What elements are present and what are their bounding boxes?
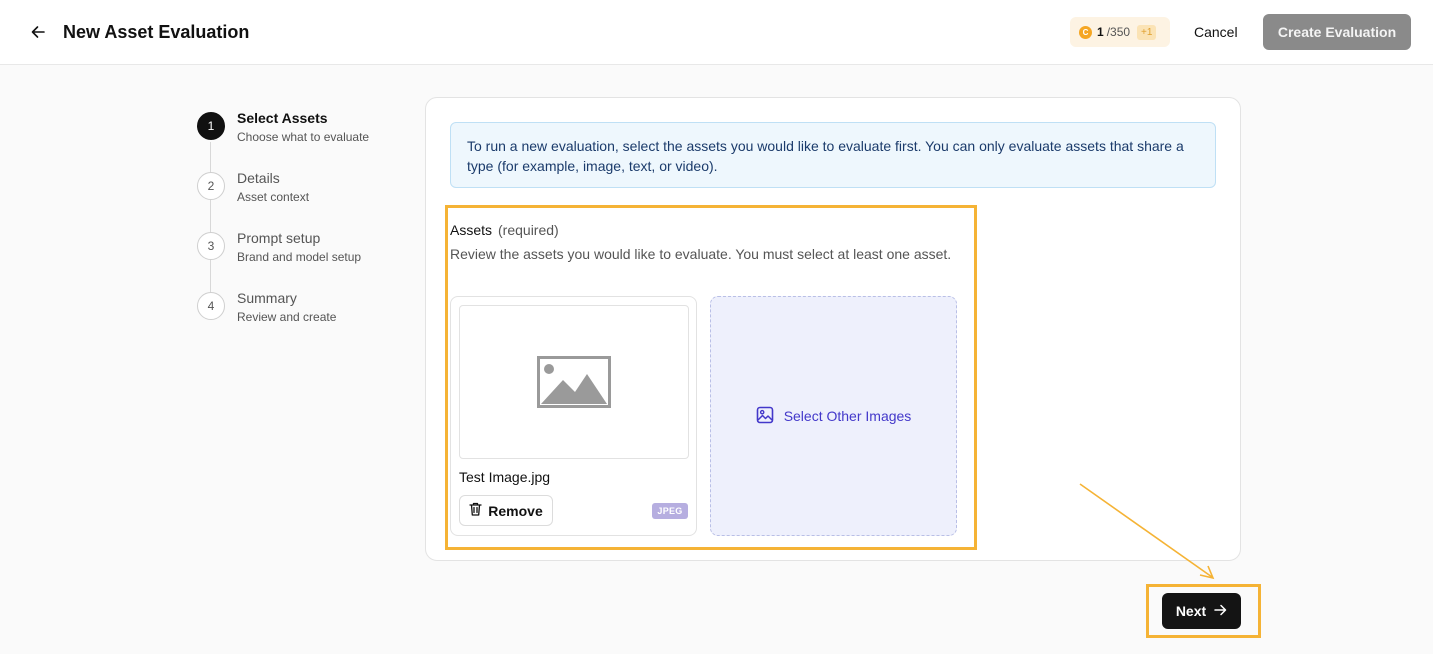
page-title: New Asset Evaluation <box>63 22 250 42</box>
cancel-button[interactable]: Cancel <box>1186 20 1246 44</box>
step-title: Prompt setup <box>237 230 321 246</box>
step-number: 1 <box>197 112 225 140</box>
step-title: Details <box>237 170 280 186</box>
stepper-connector <box>210 142 211 312</box>
step-number: 2 <box>197 172 225 200</box>
step-prompt-setup[interactable]: 3 Prompt setup Brand and model setup <box>197 230 397 270</box>
step-select-assets[interactable]: 1 Select Assets Choose what to evaluate <box>197 110 397 150</box>
step-title: Select Assets <box>237 110 328 126</box>
assets-highlight-box <box>445 205 977 550</box>
step-number: 3 <box>197 232 225 260</box>
credits-badge: C 1 /350 +1 <box>1070 17 1170 47</box>
step-number: 4 <box>197 292 225 320</box>
credits-used: 1 <box>1097 25 1104 39</box>
step-subtitle: Asset context <box>237 190 310 204</box>
back-arrow-icon[interactable] <box>26 20 50 44</box>
top-header: New Asset Evaluation C 1 /350 +1 Cancel … <box>0 0 1433 65</box>
coin-icon: C <box>1079 25 1092 39</box>
credits-total: /350 <box>1106 25 1131 39</box>
step-subtitle: Brand and model setup <box>237 250 362 264</box>
create-evaluation-button[interactable]: Create Evaluation <box>1263 14 1411 50</box>
step-subtitle: Choose what to evaluate <box>237 130 370 144</box>
info-banner: To run a new evaluation, select the asse… <box>450 122 1216 188</box>
next-button[interactable]: Next <box>1162 593 1241 629</box>
step-details[interactable]: 2 Details Asset context <box>197 170 397 210</box>
next-label: Next <box>1175 603 1207 619</box>
step-summary[interactable]: 4 Summary Review and create <box>197 290 397 330</box>
arrow-right-icon <box>1214 603 1227 619</box>
step-subtitle: Review and create <box>237 310 337 324</box>
credits-plus: +1 <box>1137 24 1157 40</box>
step-title: Summary <box>237 290 297 306</box>
